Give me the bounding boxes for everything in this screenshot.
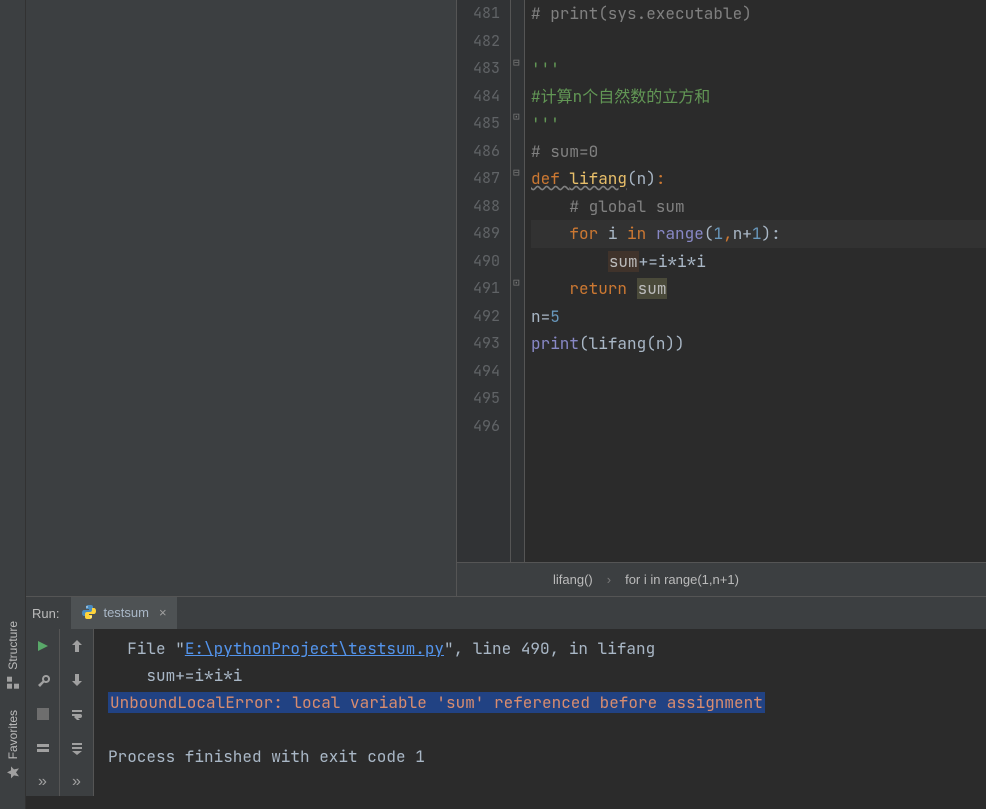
code-line[interactable] (531, 28, 986, 56)
favorites-label: Favorites (6, 710, 20, 759)
wrench-icon[interactable] (32, 669, 54, 691)
arrow-down-icon[interactable] (66, 669, 88, 691)
structure-tool-tab[interactable]: Structure (2, 611, 24, 700)
code-line[interactable]: ''' (531, 55, 986, 83)
line-number[interactable]: 484 (457, 83, 500, 111)
more-icon[interactable]: » (32, 771, 54, 793)
run-config-tab[interactable]: testsum × (71, 597, 176, 629)
project-tool-window[interactable] (26, 0, 457, 596)
structure-icon (6, 676, 20, 690)
fold-open-icon[interactable]: ⊟ (513, 166, 522, 175)
line-number[interactable]: 490 (457, 248, 500, 276)
rerun-button[interactable] (32, 635, 54, 657)
stop-button[interactable] (32, 703, 54, 725)
close-icon[interactable]: × (159, 605, 167, 620)
line-number[interactable]: 492 (457, 303, 500, 331)
code-line[interactable]: n=5 (531, 303, 986, 331)
line-number[interactable]: 495 (457, 385, 500, 413)
code-line[interactable]: print(lifang(n)) (531, 330, 986, 358)
line-number[interactable]: 487 (457, 165, 500, 193)
run-actions-secondary: » (60, 629, 94, 796)
run-label: Run: (32, 606, 59, 621)
soft-wrap-icon[interactable] (66, 703, 88, 725)
console-text: sum+=i*i*i (108, 665, 242, 686)
layout-icon[interactable] (32, 737, 54, 759)
chevron-right-icon: › (607, 572, 611, 587)
python-icon (81, 604, 97, 620)
line-number[interactable]: 488 (457, 193, 500, 221)
star-icon (6, 765, 20, 779)
console-text: File " (108, 638, 185, 659)
fold-close-icon[interactable]: ⊡ (513, 276, 522, 285)
run-header: Run: testsum × (26, 597, 986, 629)
run-actions-primary: » (26, 629, 60, 796)
code-line[interactable] (531, 358, 986, 386)
breadcrumb-bar: lifang() › for i in range(1,n+1) (457, 562, 986, 596)
run-tab-name: testsum (103, 605, 149, 620)
code-line[interactable]: #计算n个自然数的立方和 (531, 83, 986, 111)
fold-column[interactable]: ⊟ ⊡ ⊟ ⊡ (511, 0, 525, 562)
line-number[interactable]: 485 (457, 110, 500, 138)
code-line[interactable]: # print(sys.executable) (531, 0, 986, 28)
left-tool-sidebar: Structure Favorites (0, 0, 26, 809)
code-line[interactable]: sum+=i*i*i (531, 248, 986, 276)
console-output[interactable]: File "E:\pythonProject\testsum.py", line… (94, 629, 986, 796)
structure-label: Structure (6, 621, 20, 670)
file-link[interactable]: E:\pythonProject\testsum.py (185, 638, 444, 659)
code-line[interactable] (531, 413, 986, 441)
breadcrumb-item[interactable]: lifang() (553, 572, 593, 587)
code-editor[interactable]: 4814824834844854864874884894904914924934… (457, 0, 986, 596)
code-line[interactable]: def lifang(n): (531, 165, 986, 193)
code-line[interactable]: for i in range(1,n+1): (531, 220, 986, 248)
line-number[interactable]: 493 (457, 330, 500, 358)
console-text: Process finished with exit code 1 (108, 746, 425, 767)
line-number-gutter[interactable]: 4814824834844854864874884894904914924934… (457, 0, 511, 562)
code-line[interactable]: return sum (531, 275, 986, 303)
fold-open-icon[interactable]: ⊟ (513, 56, 522, 65)
breadcrumb-item[interactable]: for i in range(1,n+1) (625, 572, 739, 587)
more-icon[interactable]: » (66, 771, 88, 793)
line-number[interactable]: 491 (457, 275, 500, 303)
line-number[interactable]: 481 (457, 0, 500, 28)
code-line[interactable]: # sum=0 (531, 138, 986, 166)
console-error: UnboundLocalError: local variable 'sum' … (108, 692, 765, 713)
run-tool-window: Run: testsum × » » File "E:\pythonProjec… (26, 596, 986, 796)
code-line[interactable]: ''' (531, 110, 986, 138)
line-number[interactable]: 496 (457, 413, 500, 441)
console-text: ", line 490, in lifang (444, 638, 655, 659)
line-number[interactable]: 483 (457, 55, 500, 83)
arrow-up-icon[interactable] (66, 635, 88, 657)
line-number[interactable]: 489 (457, 220, 500, 248)
scroll-to-end-icon[interactable] (66, 737, 88, 759)
line-number[interactable]: 486 (457, 138, 500, 166)
favorites-tool-tab[interactable]: Favorites (2, 700, 24, 789)
fold-close-icon[interactable]: ⊡ (513, 110, 522, 119)
line-number[interactable]: 482 (457, 28, 500, 56)
code-line[interactable] (531, 385, 986, 413)
code-line[interactable]: # global sum (531, 193, 986, 221)
line-number[interactable]: 494 (457, 358, 500, 386)
code-content[interactable]: # print(sys.executable) '''#计算n个自然数的立方和''… (525, 0, 986, 562)
